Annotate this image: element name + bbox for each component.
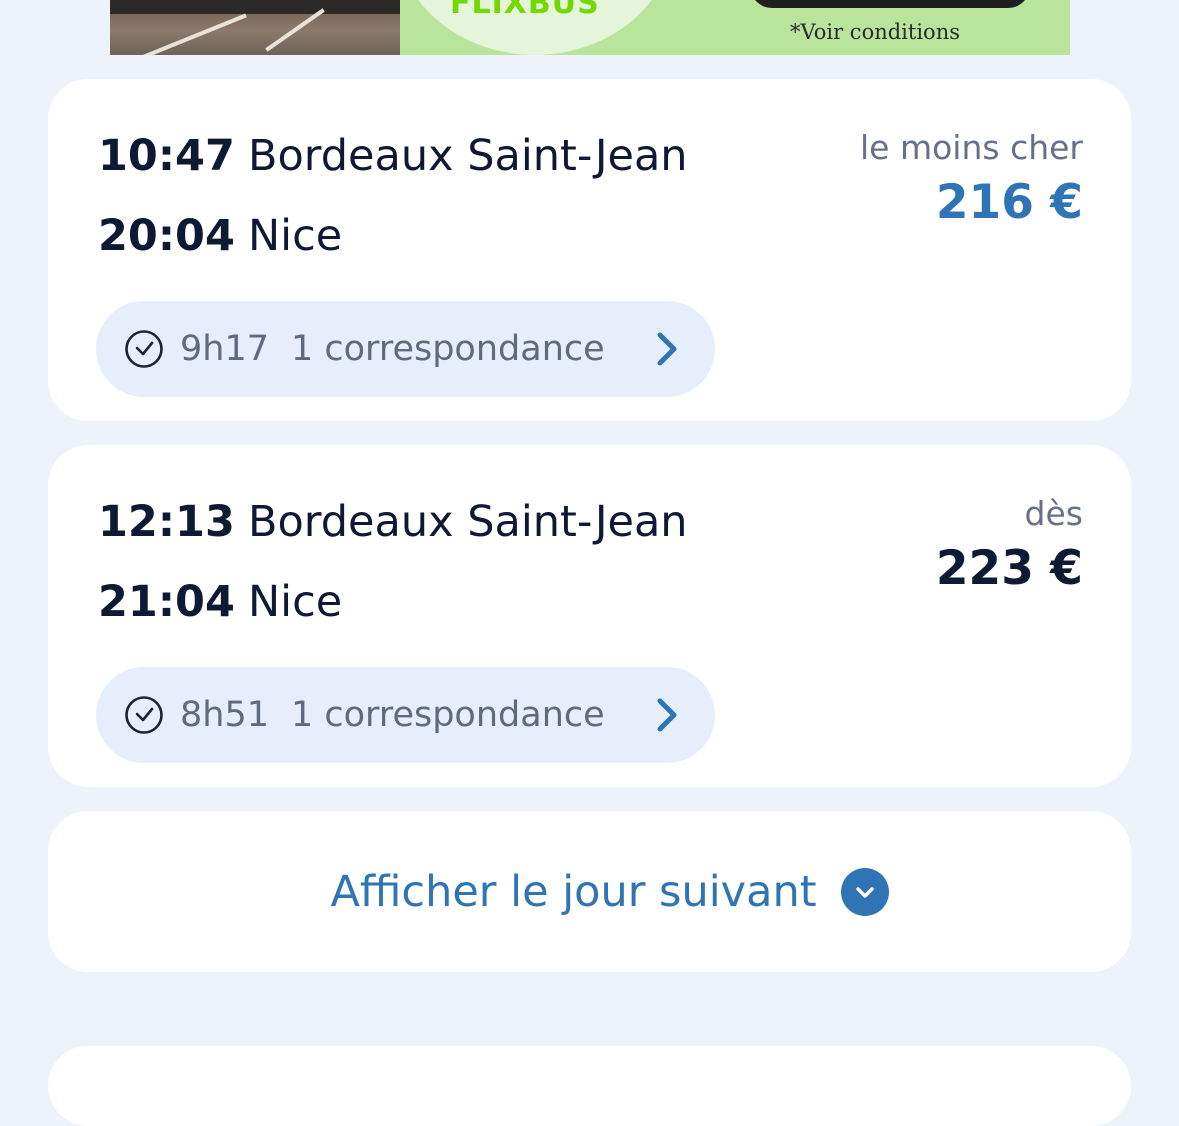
chevron-down-circle-icon — [840, 867, 889, 916]
clock-icon — [124, 695, 164, 735]
arrival-row: 20:04 Nice — [98, 211, 342, 271]
departure-station: Bordeaux Saint-Jean — [248, 497, 688, 547]
price-value: 223 € — [935, 541, 1083, 596]
arrival-time: 20:04 — [98, 211, 235, 261]
ad-cta-button[interactable] — [750, 0, 1030, 8]
chevron-right-icon[interactable] — [655, 331, 679, 367]
departure-time: 10:47 — [98, 131, 235, 181]
ad-conditions-text: *Voir conditions — [790, 20, 960, 44]
next-section-card — [48, 1046, 1131, 1126]
price-value: 216 € — [935, 175, 1083, 230]
departure-station: Bordeaux Saint-Jean — [248, 131, 688, 181]
trip-connections: 1 correspondance — [291, 695, 605, 735]
trip-duration: 8h51 — [180, 695, 269, 735]
arrival-station: Nice — [248, 577, 343, 627]
clock-icon — [124, 329, 164, 369]
price-box: le moins cher 216 € — [860, 125, 1083, 233]
chevron-right-icon[interactable] — [655, 697, 679, 733]
trip-duration: 9h17 — [180, 329, 269, 369]
price-box: dès 223 € — [936, 491, 1083, 599]
departure-time: 12:13 — [98, 497, 235, 547]
departure-row: 10:47 Bordeaux Saint-Jean — [98, 131, 688, 191]
price-label: dès — [1024, 494, 1083, 533]
show-next-day-button[interactable]: Afficher le jour suivant — [48, 811, 1131, 972]
ad-road-photo — [110, 0, 400, 55]
arrival-row: 21:04 Nice — [98, 577, 342, 637]
flixbus-ad-banner[interactable]: FLIXBUS *Voir conditions — [110, 0, 1070, 55]
arrival-time: 21:04 — [98, 577, 235, 627]
arrival-station: Nice — [248, 211, 343, 261]
trip-connections: 1 correspondance — [291, 329, 605, 369]
price-label: le moins cher — [860, 128, 1083, 167]
trip-card[interactable]: 10:47 Bordeaux Saint-Jean 20:04 Nice le … — [48, 79, 1131, 421]
trip-details-pill[interactable]: 9h17 1 correspondance — [96, 301, 715, 397]
trip-card[interactable]: 12:13 Bordeaux Saint-Jean 21:04 Nice dès… — [48, 445, 1131, 787]
trip-details-pill[interactable]: 8h51 1 correspondance — [96, 667, 715, 763]
next-day-card: Afficher le jour suivant — [48, 811, 1131, 972]
departure-row: 12:13 Bordeaux Saint-Jean — [98, 497, 688, 557]
ad-brand-logo: FLIXBUS — [450, 0, 600, 21]
show-next-day-label: Afficher le jour suivant — [330, 866, 817, 917]
